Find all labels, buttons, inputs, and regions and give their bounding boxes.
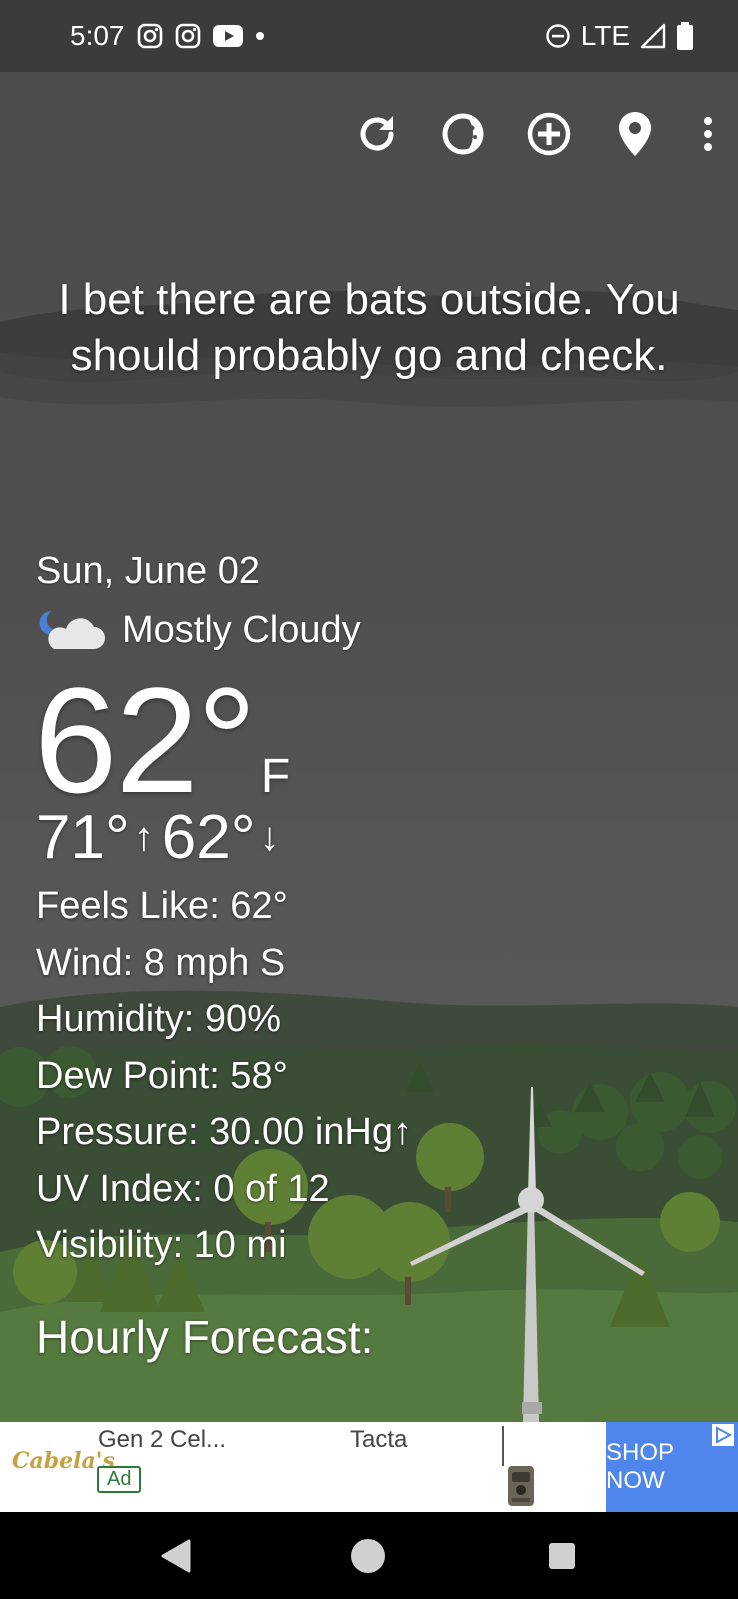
low-temperature: 62° — [161, 803, 256, 872]
temperature-unit: F — [260, 750, 291, 803]
dot-icon — [255, 31, 265, 41]
network-type: LTE — [580, 20, 630, 51]
youtube-icon — [212, 25, 243, 47]
condition-text: Mostly Cloudy — [122, 608, 361, 651]
refresh-icon[interactable] — [334, 98, 420, 170]
system-navigation-bar — [0, 1512, 738, 1599]
hourly-forecast-title: Hourly Forecast: — [36, 1311, 374, 1363]
down-arrow-icon: ↓ — [259, 815, 280, 859]
up-arrow-icon: ↑ — [133, 815, 154, 859]
ad-badge: Ad — [97, 1466, 142, 1493]
temperature-value: 62° — [34, 656, 257, 824]
visibility: Visibility: 10 mi — [36, 1224, 287, 1266]
add-location-icon[interactable] — [506, 98, 592, 170]
high-low: 71° ↑ 62° ↓ — [36, 802, 288, 873]
location-pin-icon[interactable] — [592, 98, 678, 170]
app-toolbar — [334, 98, 738, 170]
trail-camera-image[interactable] — [498, 1426, 548, 1510]
status-bar: 5:07 LTE — [0, 0, 738, 72]
snarky-message: I bet there are bats outside. You should… — [58, 275, 680, 380]
wind: Wind: 8 mph S — [36, 941, 286, 984]
forecast-date: Sun, June 02 — [36, 550, 260, 592]
do-not-disturb-icon — [545, 23, 571, 49]
feels-like: Feels Like: 62° — [36, 885, 288, 927]
recents-icon[interactable] — [540, 1534, 584, 1578]
status-time: 5:07 — [70, 20, 125, 51]
back-icon[interactable] — [154, 1534, 198, 1578]
ad-product-title-2[interactable]: Tacta — [350, 1426, 407, 1454]
weather-details: Feels Like: 62° Wind: 8 mph S Humidity: … — [36, 878, 412, 1274]
humidity: Humidity: 90% — [36, 998, 281, 1040]
signal-icon — [640, 23, 666, 49]
theme-icon[interactable] — [420, 98, 506, 170]
night-partly-cloudy-icon — [36, 605, 108, 655]
ad-banner[interactable]: Cabela's Gen 2 Cel... Ad Tacta SHOP NOW — [0, 1422, 738, 1512]
current-condition: Mostly Cloudy — [36, 602, 361, 658]
more-vert-icon[interactable] — [678, 98, 738, 170]
instagram-icon — [175, 23, 201, 49]
home-icon[interactable] — [346, 1534, 390, 1578]
ad-product-title[interactable]: Gen 2 Cel... — [98, 1426, 226, 1454]
high-temperature: 71° — [36, 803, 130, 872]
ad-choices-icon[interactable] — [712, 1424, 734, 1446]
dew-point: Dew Point: 58° — [36, 1054, 288, 1097]
pressure: Pressure: 30.00 inHg↑ — [36, 1111, 412, 1153]
uv-index: UV Index: 0 of 12 — [36, 1167, 330, 1210]
instagram-icon — [137, 23, 163, 49]
weather-screen: I bet there are bats outside. You should… — [0, 72, 738, 1422]
battery-icon — [676, 22, 694, 50]
